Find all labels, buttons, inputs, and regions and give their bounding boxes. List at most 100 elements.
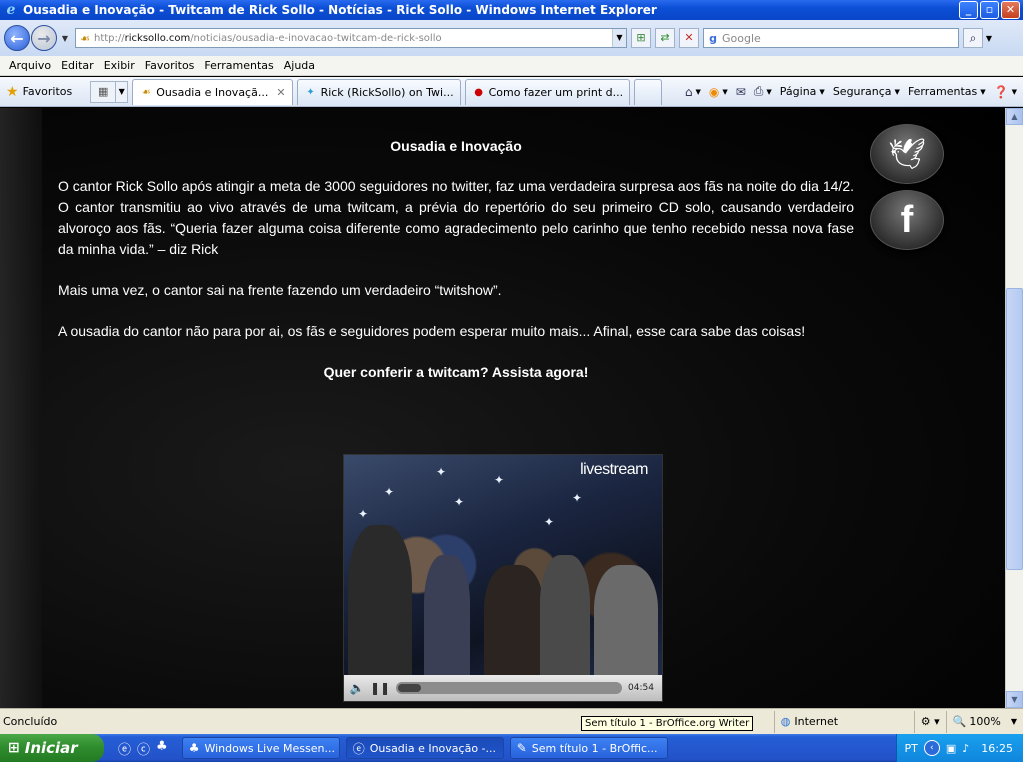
facebook-button[interactable]: f: [870, 190, 944, 250]
search-placeholder: Google: [722, 31, 761, 45]
sparkle-icon: ✦: [572, 491, 583, 505]
home-button[interactable]: ⌂ ▼: [685, 85, 701, 99]
status-zone: ◍ Internet ⚙ ▾ 🔍 100% ▼: [773, 710, 1023, 733]
playback-time: 04:54: [628, 683, 654, 693]
twitter-button[interactable]: 🕊: [870, 124, 944, 184]
stop-icon[interactable]: ✕: [679, 28, 699, 48]
menu-editar[interactable]: Editar: [56, 59, 99, 72]
search-options-dropdown[interactable]: ▼: [983, 34, 995, 43]
protected-mode-icon[interactable]: ⚙ ▾: [913, 710, 946, 733]
search-icon[interactable]: ⌕: [963, 28, 983, 48]
twitter-icon: ✦: [306, 86, 315, 98]
address-bar[interactable]: ☙ http:// ricksollo.com /noticias/ousadi…: [75, 28, 627, 48]
sparkle-icon: ✦: [454, 495, 465, 509]
twitter-bird-icon: 🕊: [887, 136, 927, 172]
menu-ajuda[interactable]: Ajuda: [279, 59, 320, 72]
feeds-button[interactable]: ◉ ▼: [709, 85, 728, 99]
window-titlebar: e Ousadia e Inovação - Twitcam de Rick S…: [0, 0, 1023, 20]
recent-pages-dropdown[interactable]: ▼: [59, 34, 71, 43]
scroll-up-arrow-icon[interactable]: ▲: [1006, 108, 1023, 125]
internet-explorer-icon[interactable]: ⓔ: [118, 739, 131, 758]
facebook-icon: f: [900, 198, 914, 241]
back-button[interactable]: ←: [4, 25, 30, 51]
article-paragraph: A ousadia do cantor não para por ai, os …: [58, 323, 806, 339]
site-favicon-icon: ☙: [80, 31, 90, 45]
vertical-scrollbar[interactable]: ▲ ▼: [1005, 108, 1023, 708]
tab-twitter[interactable]: ✦ Rick (RickSollo) on Twi...: [296, 78, 461, 105]
seek-bar[interactable]: [396, 682, 622, 694]
guitarist-figure: [540, 555, 590, 675]
video-player[interactable]: ✦ ✦ ✦ ✦ ✦ ✦ ✦ livestream 🔈 ❚❚ 04:54: [343, 454, 663, 702]
menu-favoritos[interactable]: Favoritos: [140, 59, 200, 72]
menu-exibir[interactable]: Exibir: [99, 59, 140, 72]
taskbar: ⊞ Iniciar ⓔ ⓒ ♣ ♣ Windows Live Messen...…: [0, 734, 1023, 762]
task-broffice-writer[interactable]: ✎ Sem título 1 - BrOffic...: [509, 737, 668, 759]
article: Ousadia e Inovação O cantor Rick Sollo a…: [58, 136, 854, 383]
video-frame[interactable]: ✦ ✦ ✦ ✦ ✦ ✦ ✦ livestream: [344, 455, 662, 675]
article-paragraph: Mais uma vez, o cantor sai na frente faz…: [58, 282, 502, 298]
network-icon[interactable]: ▣: [946, 742, 956, 755]
zoom-level[interactable]: 🔍 100% ▼: [945, 710, 1023, 733]
mail-icon: ✉: [735, 84, 746, 99]
tools-menu[interactable]: Ferramentas ▼: [908, 85, 986, 98]
rss-icon: ◉: [708, 84, 720, 99]
task-internet-explorer[interactable]: ⓔ Ousadia e Inovação -...: [345, 737, 504, 759]
page-menu[interactable]: Página ▼: [780, 85, 825, 98]
printer-icon: ⎙: [753, 84, 764, 98]
close-button[interactable]: ✕: [1001, 1, 1020, 19]
article-cta: Quer conferir a twitcam? Assista agora!: [323, 364, 589, 380]
messenger-icon[interactable]: ♣: [156, 739, 168, 758]
clock[interactable]: 16:25: [981, 742, 1013, 755]
url-prefix: http://: [94, 32, 125, 44]
scroll-down-arrow-icon[interactable]: ▼: [1006, 691, 1023, 708]
status-text: Concluído: [3, 715, 58, 728]
favorites-button[interactable]: ★ Favoritos: [0, 80, 80, 104]
start-label: Iniciar: [24, 739, 78, 757]
globe-icon: ◍: [780, 715, 791, 728]
url-path: /noticias/ousadia-e-inovacao-twitcam-de-…: [190, 32, 442, 44]
guitarist-figure: [594, 565, 658, 675]
pause-icon[interactable]: ❚❚: [370, 678, 390, 698]
browser-icon[interactable]: ⓒ: [137, 739, 150, 758]
drummer-figure: [484, 565, 544, 675]
language-indicator[interactable]: PT: [905, 742, 918, 755]
taskbar-tooltip: Sem título 1 - BrOffice.org Writer: [581, 716, 754, 731]
show-hidden-icons-icon[interactable]: ‹: [923, 740, 940, 756]
sparkle-icon: ✦: [494, 473, 505, 487]
security-menu[interactable]: Segurança ▼: [833, 85, 900, 98]
volume-icon[interactable]: ♪: [962, 742, 969, 755]
tab-label: Ousadia e Inovaçã...: [156, 85, 269, 99]
help-button[interactable]: ❓ ▼: [994, 85, 1017, 99]
tab-ousadia[interactable]: ☙ Ousadia e Inovaçã... ✕: [132, 78, 293, 105]
menu-arquivo[interactable]: Arquivo: [4, 59, 56, 72]
youtube-icon: ●: [474, 86, 483, 98]
writer-document-icon: ✎: [516, 741, 527, 755]
address-toolbar: ← → ▼ ☙ http:// ricksollo.com /noticias/…: [0, 20, 1023, 56]
ricksollo-icon: ☙: [141, 86, 151, 98]
read-mail-button[interactable]: ✉: [736, 85, 746, 99]
tab-youtube[interactable]: ● Como fazer um print d...: [464, 78, 631, 105]
start-button[interactable]: ⊞ Iniciar: [0, 734, 104, 762]
address-dropdown-icon[interactable]: ▼: [612, 29, 626, 47]
tab-list-dropdown[interactable]: ▼: [116, 80, 129, 103]
minimize-button[interactable]: _: [959, 1, 978, 19]
scroll-thumb[interactable]: [1006, 288, 1023, 570]
compatibility-view-icon[interactable]: ⊞: [631, 28, 651, 48]
quick-tabs-icon[interactable]: ▦: [90, 80, 117, 103]
new-tab-button[interactable]: [634, 78, 663, 105]
singer-figure: [348, 525, 412, 675]
print-button[interactable]: ⎙ ▼: [754, 84, 772, 99]
maximize-button[interactable]: ▫: [980, 1, 999, 19]
internet-explorer-icon: ⓔ: [352, 741, 365, 756]
search-input[interactable]: g Google: [703, 28, 959, 48]
forward-button[interactable]: →: [31, 25, 57, 51]
refresh-icon[interactable]: ⇄: [655, 28, 675, 48]
volume-icon[interactable]: 🔈: [347, 678, 367, 698]
menu-ferramentas[interactable]: Ferramentas: [199, 59, 278, 72]
task-messenger[interactable]: ♣ Windows Live Messen...: [181, 737, 340, 759]
zone-label: Internet: [794, 715, 839, 728]
status-bar: Concluído ◍ Internet ⚙ ▾ 🔍 100% ▼: [0, 708, 1023, 734]
close-tab-icon[interactable]: ✕: [276, 86, 285, 99]
sparkle-icon: ✦: [384, 485, 395, 499]
livestream-logo: livestream: [580, 461, 648, 478]
